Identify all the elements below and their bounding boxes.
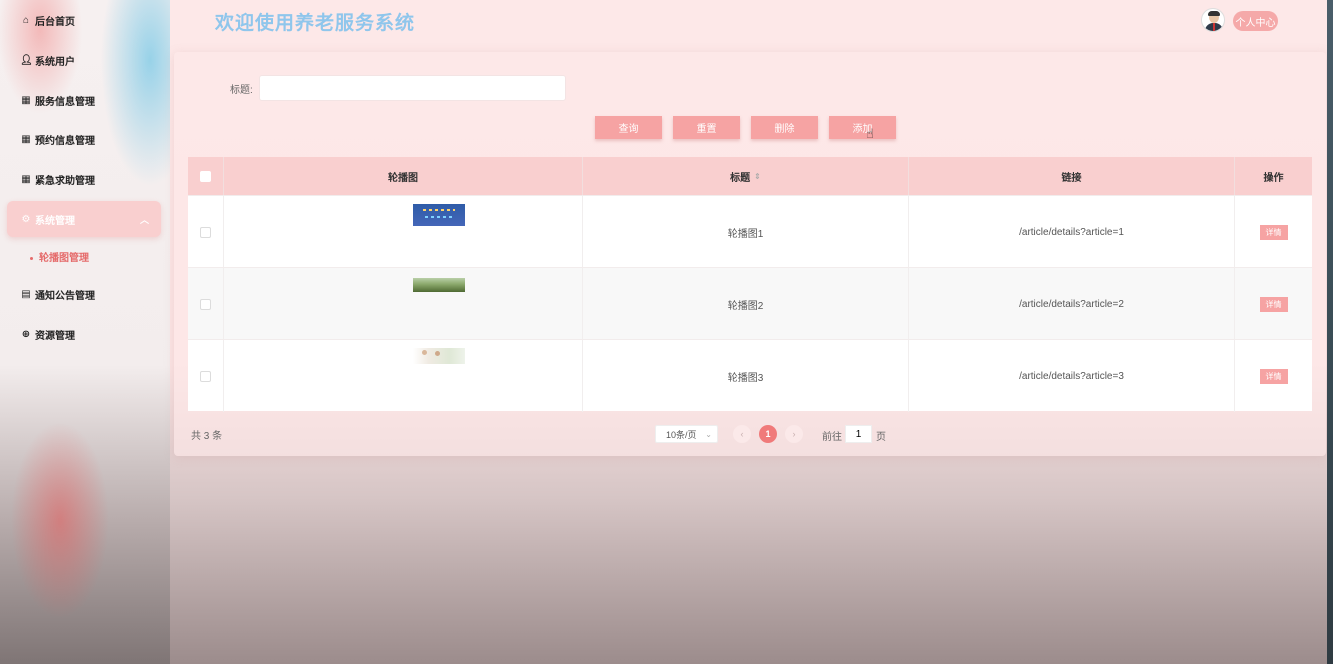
row-title: 轮播图2 (583, 268, 909, 340)
page-title: 欢迎使用养老服务系统 (215, 13, 416, 34)
page-size-select[interactable]: 10条/页 ⌄ (655, 425, 718, 443)
avatar-tie (1213, 23, 1215, 31)
row-image-cell (224, 196, 583, 268)
prev-page-button[interactable]: ‹ (733, 425, 751, 443)
sidebar-subitem-label: 轮播图管理 (39, 253, 89, 264)
avatar-hair (1208, 11, 1220, 16)
sidebar-item-resources[interactable]: ⊕ 资源管理 (0, 319, 170, 349)
sidebar-item-system-management[interactable]: ⚙ 系统管理 ︿ (7, 201, 161, 237)
row-checkbox[interactable] (200, 226, 211, 238)
select-all-checkbox[interactable] (200, 170, 211, 182)
table-row: 轮播图1 /article/details?article=1 详情 (188, 195, 1312, 268)
row-checkbox[interactable] (200, 298, 211, 310)
sidebar-item-label: 系统用户 (35, 56, 75, 68)
detail-button[interactable]: 详情 (1259, 224, 1288, 240)
document-icon: ▤ (21, 288, 31, 300)
next-page-button[interactable]: › (785, 425, 803, 443)
row-checkbox[interactable] (200, 370, 211, 382)
sort-icon[interactable]: ⇕ (754, 172, 761, 181)
row-action-cell: 详情 (1235, 196, 1312, 268)
row-link: /article/details?article=3 (909, 340, 1235, 412)
sidebar-item-label: 后台首页 (35, 16, 75, 28)
plus-circle-icon: ⊕ (21, 328, 31, 340)
table-row: 轮播图2 /article/details?article=2 详情 (188, 267, 1312, 340)
mouse-pointer-icon: ☝ (866, 126, 874, 141)
sidebar-item-system-users[interactable]: 👤︎ 系统用户 (0, 45, 170, 75)
column-header-link: 链接 (909, 157, 1235, 195)
row-action-cell: 详情 (1235, 340, 1312, 412)
sidebar-item-label: 预约信息管理 (35, 135, 95, 147)
query-button[interactable]: 查询 (595, 116, 662, 139)
row-select-cell (188, 268, 224, 340)
sidebar-item-label: 系统管理 (35, 215, 75, 227)
row-image-cell (224, 268, 583, 340)
sidebar-item-label: 通知公告管理 (35, 290, 95, 302)
row-select-cell (188, 340, 224, 412)
bullet-icon (30, 256, 33, 260)
row-select-cell (188, 196, 224, 268)
carousel-thumbnail (413, 204, 465, 226)
page-unit-label: 页 (876, 432, 886, 443)
detail-button[interactable]: 详情 (1259, 368, 1288, 384)
carousel-thumbnail (413, 278, 465, 292)
delete-button[interactable]: 删除 (751, 116, 818, 139)
grid-icon: ▦ (21, 94, 31, 106)
column-header-title-label: 标题 (730, 172, 751, 184)
home-icon: ⌂ (22, 14, 30, 26)
sidebar-item-emergency[interactable]: ▦ 紧急求助管理 (0, 164, 170, 194)
carousel-thumbnail (413, 348, 465, 364)
carousel-table: 轮播图 标题 ⇕ 链接 操作 轮播图1 /article/details?arti… (188, 157, 1312, 412)
sidebar-item-booking-info[interactable]: ▦ 预约信息管理 (0, 124, 170, 154)
chevron-up-icon: ︿ (139, 214, 149, 225)
page-number-current[interactable]: 1 (759, 425, 777, 443)
column-header-title[interactable]: 标题 ⇕ (583, 157, 909, 195)
avatar[interactable] (1201, 8, 1225, 32)
user-icon: 👤︎ (20, 54, 33, 66)
goto-label: 前往 (822, 432, 842, 443)
table-row: 轮播图3 /article/details?article=3 详情 (188, 339, 1312, 412)
sidebar-subitem-carousel[interactable]: 轮播图管理 (30, 249, 89, 264)
row-title: 轮播图1 (583, 196, 909, 268)
sidebar-item-notices[interactable]: ▤ 通知公告管理 (0, 279, 170, 309)
sidebar-item-label: 紧急求助管理 (35, 175, 95, 187)
search-label: 标题: (230, 85, 253, 96)
sidebar-item-service-info[interactable]: ▦ 服务信息管理 (0, 85, 170, 115)
detail-button[interactable]: 详情 (1259, 296, 1288, 312)
gear-icon: ⚙ (21, 213, 31, 225)
sidebar-item-label: 服务信息管理 (35, 96, 95, 108)
sidebar-item-label: 资源管理 (35, 330, 75, 342)
goto-page-input[interactable] (845, 425, 872, 443)
grid-icon: ▦ (21, 133, 31, 145)
row-action-cell: 详情 (1235, 268, 1312, 340)
row-title: 轮播图3 (583, 340, 909, 412)
table-header: 轮播图 标题 ⇕ 链接 操作 (188, 157, 1312, 195)
total-count: 共 3 条 (191, 431, 223, 442)
grid-icon: ▦ (21, 173, 31, 185)
column-header-action: 操作 (1263, 172, 1284, 184)
page-size-value: 10条/页 (666, 429, 697, 440)
reset-button[interactable]: 重置 (673, 116, 740, 139)
title-search-input[interactable] (259, 75, 566, 101)
sidebar: ⌂ 后台首页 👤︎ 系统用户 ▦ 服务信息管理 ▦ 预约信息管理 ▦ 紧急求助管… (0, 0, 170, 664)
add-button[interactable]: 添加 (829, 116, 896, 139)
window-edge (1327, 0, 1333, 664)
chevron-down-icon: ⌄ (705, 429, 712, 439)
row-link: /article/details?article=2 (909, 268, 1235, 340)
select-all-cell (188, 157, 224, 195)
user-center-button[interactable]: 个人中心 (1233, 11, 1278, 31)
column-header-image: 轮播图 (224, 157, 583, 195)
row-image-cell (224, 340, 583, 412)
row-link: /article/details?article=1 (909, 196, 1235, 268)
sidebar-item-home[interactable]: ⌂ 后台首页 (0, 5, 170, 35)
